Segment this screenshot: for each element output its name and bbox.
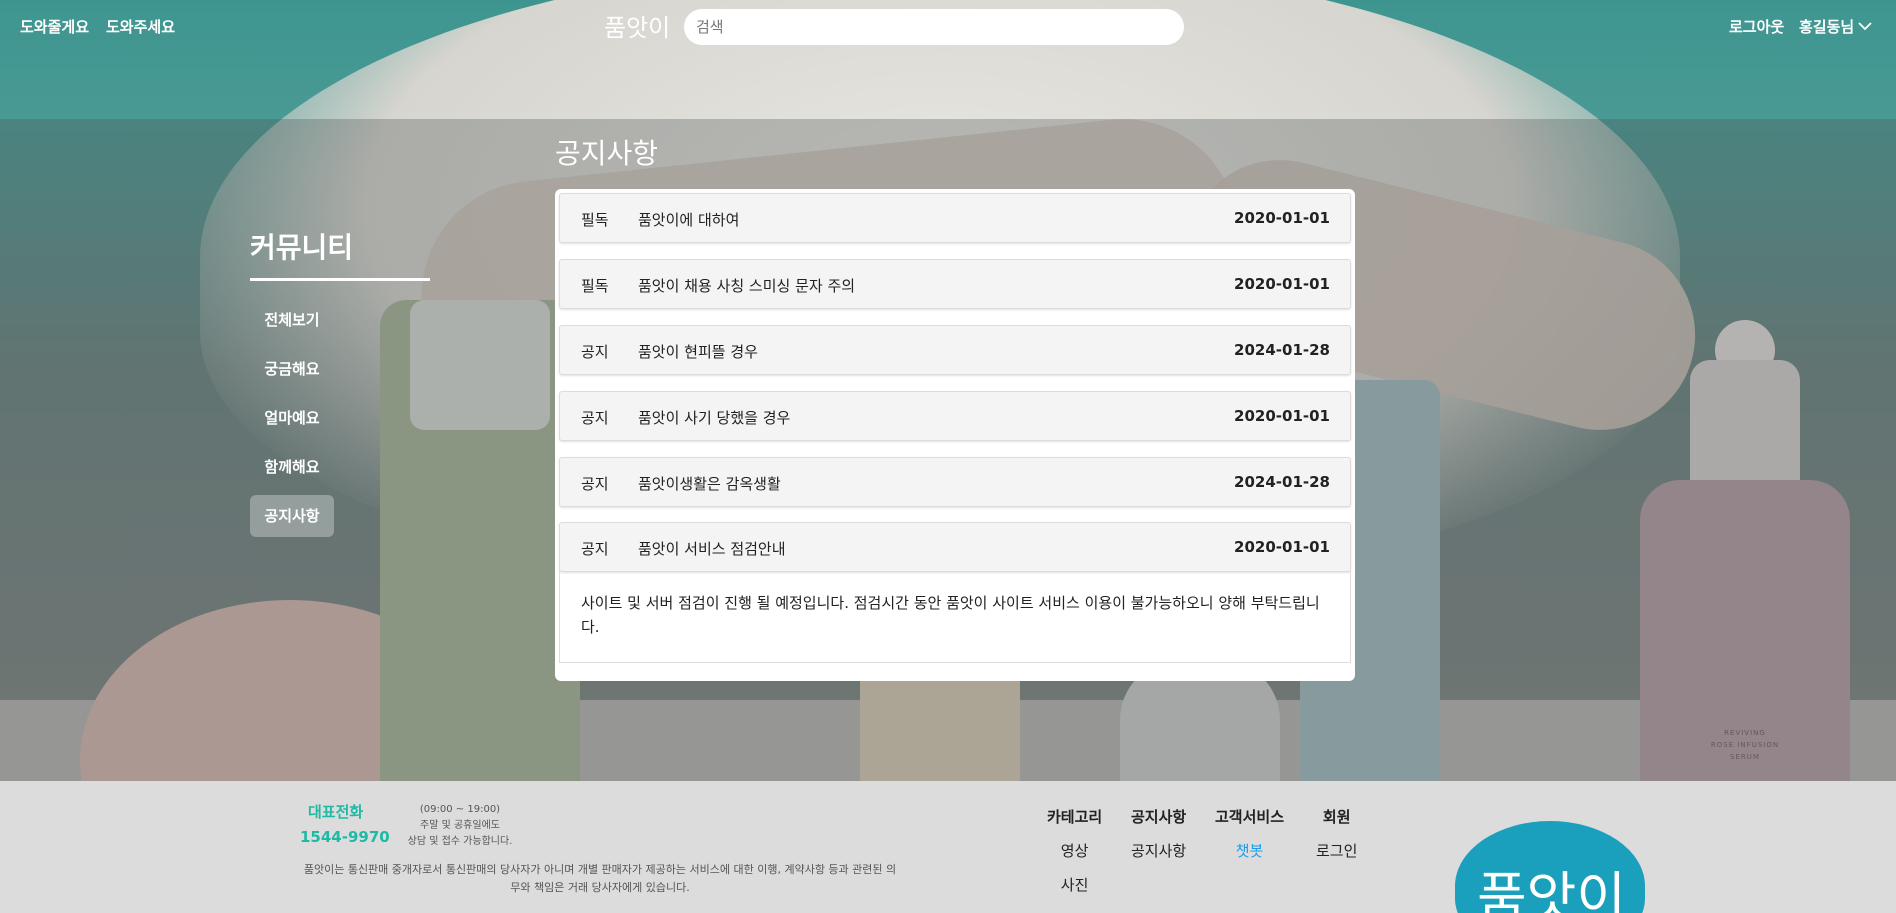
notice-date: 2024-01-28	[1234, 341, 1330, 359]
notice-date: 2024-01-28	[1234, 473, 1330, 491]
notice-title: 품앗이생활은 감옥생활	[638, 475, 781, 493]
page-title: 공지사항	[555, 137, 659, 170]
footer-col-category: 카테고리 영상 사진	[1047, 806, 1102, 908]
footer-col-notice: 공지사항 공지사항	[1131, 806, 1186, 874]
notice-tag: 공지	[581, 540, 609, 558]
footer-heading: 카테고리	[1047, 808, 1103, 826]
footer-heading: 고객서비스	[1215, 808, 1285, 826]
footer-logo: 품앗이	[1455, 821, 1645, 913]
top-header: 도와줄게요 도와주세요 품앗이 로그아웃 홍길동님	[0, 0, 1896, 52]
notice-panel: 필독 품앗이에 대하여 2020-01-01 필독 품앗이 채용 사칭 스미싱 …	[555, 189, 1355, 681]
chevron-down-icon[interactable]	[1858, 19, 1872, 33]
footer: 대표전화 1544-9970 (09:00 ~ 19:00) 주말 및 공휴일에…	[0, 781, 1896, 913]
sidebar-divider	[250, 278, 430, 281]
footer-link-video[interactable]: 영상	[1047, 840, 1102, 874]
help-offer-link[interactable]: 도와줄게요	[20, 16, 89, 37]
phone-number: 1544-9970	[300, 828, 390, 846]
notice-row[interactable]: 공지 품앗이생활은 감옥생활 2024-01-28	[559, 457, 1351, 507]
notice-detail: 사이트 및 서버 점검이 진행 될 예정입니다. 점검시간 동안 품앗이 사이트…	[559, 571, 1351, 663]
user-menu[interactable]: 홍길동님	[1799, 16, 1854, 37]
footer-col-member: 회원 로그인	[1316, 806, 1357, 874]
notice-date: 2020-01-01	[1234, 275, 1330, 293]
footer-link-notice[interactable]: 공지사항	[1131, 840, 1186, 874]
sidebar-item-prices[interactable]: 얼마예요	[250, 397, 334, 439]
notice-tag: 필독	[581, 211, 609, 229]
notice-tag: 공지	[581, 343, 609, 361]
site-logo[interactable]: 품앗이	[604, 8, 670, 43]
sidebar-item-all[interactable]: 전체보기	[250, 299, 334, 341]
footer-link-chatbot[interactable]: 챗봇	[1215, 840, 1284, 874]
notice-date: 2020-01-01	[1234, 538, 1330, 556]
notice-tag: 필독	[581, 277, 609, 295]
sidebar-title: 커뮤니티	[250, 231, 354, 264]
notice-title: 품앗이 현피뜰 경우	[638, 343, 758, 361]
footer-link-login[interactable]: 로그인	[1316, 840, 1357, 874]
notice-row[interactable]: 필독 품앗이 채용 사칭 스미싱 문자 주의 2020-01-01	[559, 259, 1351, 309]
notice-title: 품앗이에 대하여	[638, 211, 740, 229]
notice-tag: 공지	[581, 409, 609, 427]
search-input[interactable]	[684, 9, 1184, 45]
notice-row[interactable]: 공지 품앗이 사기 당했을 경우 2020-01-01	[559, 391, 1351, 441]
phone-label: 대표전화	[308, 803, 364, 821]
business-hours: (09:00 ~ 19:00) 주말 및 공휴일에도 상담 및 접수 가능합니다…	[407, 804, 513, 847]
notice-row[interactable]: 필독 품앗이에 대하여 2020-01-01	[559, 193, 1351, 243]
notice-row-expanded[interactable]: 공지 품앗이 서비스 점검안내 2020-01-01	[559, 522, 1351, 572]
logout-link[interactable]: 로그아웃	[1729, 16, 1784, 37]
sidebar-item-questions[interactable]: 궁금해요	[250, 348, 334, 390]
help-request-link[interactable]: 도와주세요	[106, 16, 175, 37]
notice-tag: 공지	[581, 475, 609, 493]
sidebar-item-notices[interactable]: 공지사항	[250, 495, 334, 537]
footer-heading: 공지사항	[1131, 808, 1187, 826]
legal-notice: 품앗이는 통신판매 중개자로서 통신판매의 당사자가 아니며 개별 판매자가 제…	[303, 863, 897, 894]
notice-date: 2020-01-01	[1234, 407, 1330, 425]
notice-date: 2020-01-01	[1234, 209, 1330, 227]
notice-title: 품앗이 서비스 점검안내	[638, 540, 786, 558]
notice-row[interactable]: 공지 품앗이 현피뜰 경우 2024-01-28	[559, 325, 1351, 375]
footer-col-service: 고객서비스 챗봇	[1215, 806, 1284, 874]
footer-heading: 회원	[1322, 808, 1351, 826]
notice-title: 품앗이 사기 당했을 경우	[638, 409, 791, 427]
sidebar-item-together[interactable]: 함께해요	[250, 446, 334, 488]
notice-title: 품앗이 채용 사칭 스미싱 문자 주의	[638, 277, 856, 295]
footer-link-photo[interactable]: 사진	[1047, 874, 1102, 908]
